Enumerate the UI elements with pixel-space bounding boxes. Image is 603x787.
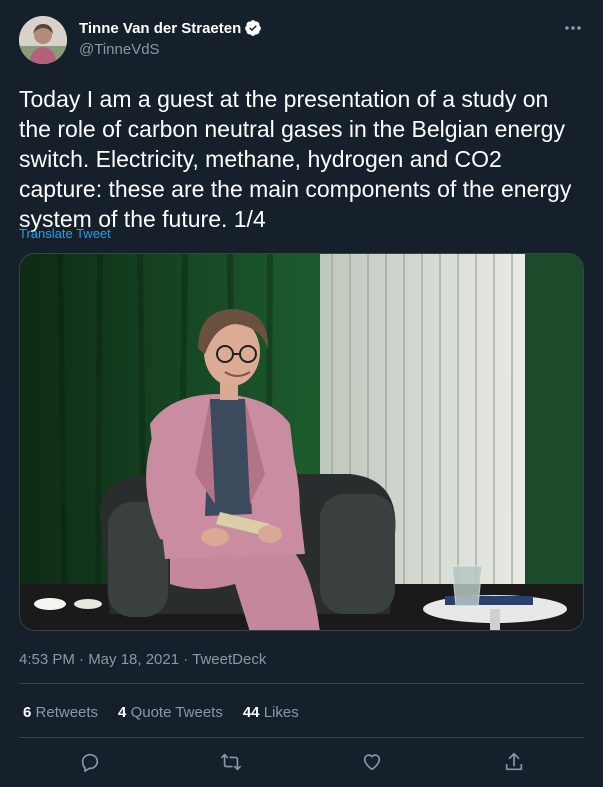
quote-label: Quote Tweets — [130, 704, 223, 721]
tweet-photo[interactable] — [19, 253, 584, 631]
retweets-label: Retweets — [35, 704, 99, 721]
divider — [19, 683, 584, 684]
retweets-stat[interactable]: 6 Retweets — [23, 704, 98, 721]
like-icon[interactable] — [359, 749, 385, 775]
tweet-timestamp[interactable]: 4:53 PM · May 18, 2021 · TweetDeck — [19, 651, 266, 668]
share-icon[interactable] — [501, 749, 527, 775]
tweet-actions — [0, 749, 603, 775]
author-name-row[interactable]: Tinne Van der Straeten — [79, 19, 262, 37]
more-options-icon[interactable] — [563, 18, 583, 38]
retweet-icon[interactable] — [218, 749, 244, 775]
translate-tweet-link[interactable]: Translate Tweet — [19, 226, 111, 241]
quote-count: 4 — [118, 704, 127, 721]
retweets-count: 6 — [23, 704, 32, 721]
avatar[interactable] — [19, 16, 67, 64]
author-display-name[interactable]: Tinne Van der Straeten — [79, 20, 241, 37]
verified-badge-icon — [244, 19, 262, 37]
likes-count: 44 — [242, 704, 260, 721]
author-handle[interactable]: @TinneVdS — [79, 41, 160, 58]
tweet-text: Today I am a guest at the presentation o… — [19, 86, 572, 232]
likes-stat[interactable]: 44 Likes — [243, 704, 299, 721]
reply-icon[interactable] — [77, 749, 103, 775]
divider — [19, 737, 584, 738]
likes-label: Likes — [263, 704, 299, 721]
tweet-stats: 6 Retweets 4 Quote Tweets 44 Likes — [23, 704, 319, 721]
tweet: Tinne Van der Straeten @TinneVdS Today I… — [0, 0, 603, 787]
quote-tweets-stat[interactable]: 4 Quote Tweets — [118, 704, 223, 721]
